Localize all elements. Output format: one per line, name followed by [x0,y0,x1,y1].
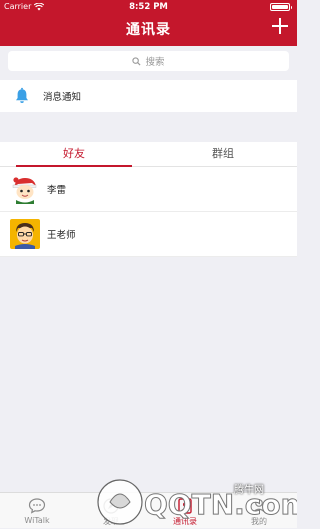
status-time: 8:52 PM [129,2,168,12]
page-title: 通讯录 [126,22,171,38]
bell-icon [16,87,28,103]
list-item[interactable]: 李雷 [0,167,297,212]
search-input[interactable]: 搜索 [8,51,289,71]
nav-header: Carrier 8:52 PM 通讯录 [0,0,297,46]
tabbar-item-witalk[interactable]: WiTalk [0,493,74,529]
contacts-icon [178,498,192,514]
avatar [10,174,40,204]
person-icon [252,499,266,514]
watermark-text: 腾牛网 [234,485,264,496]
tabbar-label-mine: 我的 [251,517,267,526]
tabbar-item-discover[interactable]: 发现 [74,493,148,529]
search-area: 搜索 [0,46,297,76]
tab-friends-label: 好友 [63,147,85,160]
tab-groups[interactable]: 群组 [149,142,297,166]
tabbar-label-contacts: 通讯录 [173,517,197,526]
tabbar-item-contacts[interactable]: 通讯录 [148,493,222,529]
bottom-tab-bar: WiTalk 发现 通讯录 我的 [0,492,297,528]
tabbar-label-witalk: WiTalk [24,516,50,525]
tab-groups-label: 群组 [212,147,234,160]
status-bar: Carrier 8:52 PM [0,0,297,14]
contact-name: 王老师 [47,230,76,241]
tabbar-label-discover: 发现 [103,517,119,526]
notification-row[interactable]: 消息通知 [0,80,297,112]
chat-bubble-icon [28,498,46,514]
tabbar-item-mine[interactable]: 我的 [222,493,296,529]
search-icon [132,56,141,66]
avatar [10,219,40,249]
list-item[interactable]: 王老师 [0,212,297,257]
contact-list: 李雷 王老师 [0,167,297,257]
compass-icon [103,498,119,514]
plus-icon[interactable] [271,17,289,35]
notification-label: 消息通知 [43,92,82,103]
contact-tabs: 好友 群组 [0,142,297,167]
search-placeholder: 搜索 [145,57,165,68]
battery-icon [269,3,292,11]
contact-name: 李雷 [47,185,67,196]
tab-friends[interactable]: 好友 [0,142,148,166]
